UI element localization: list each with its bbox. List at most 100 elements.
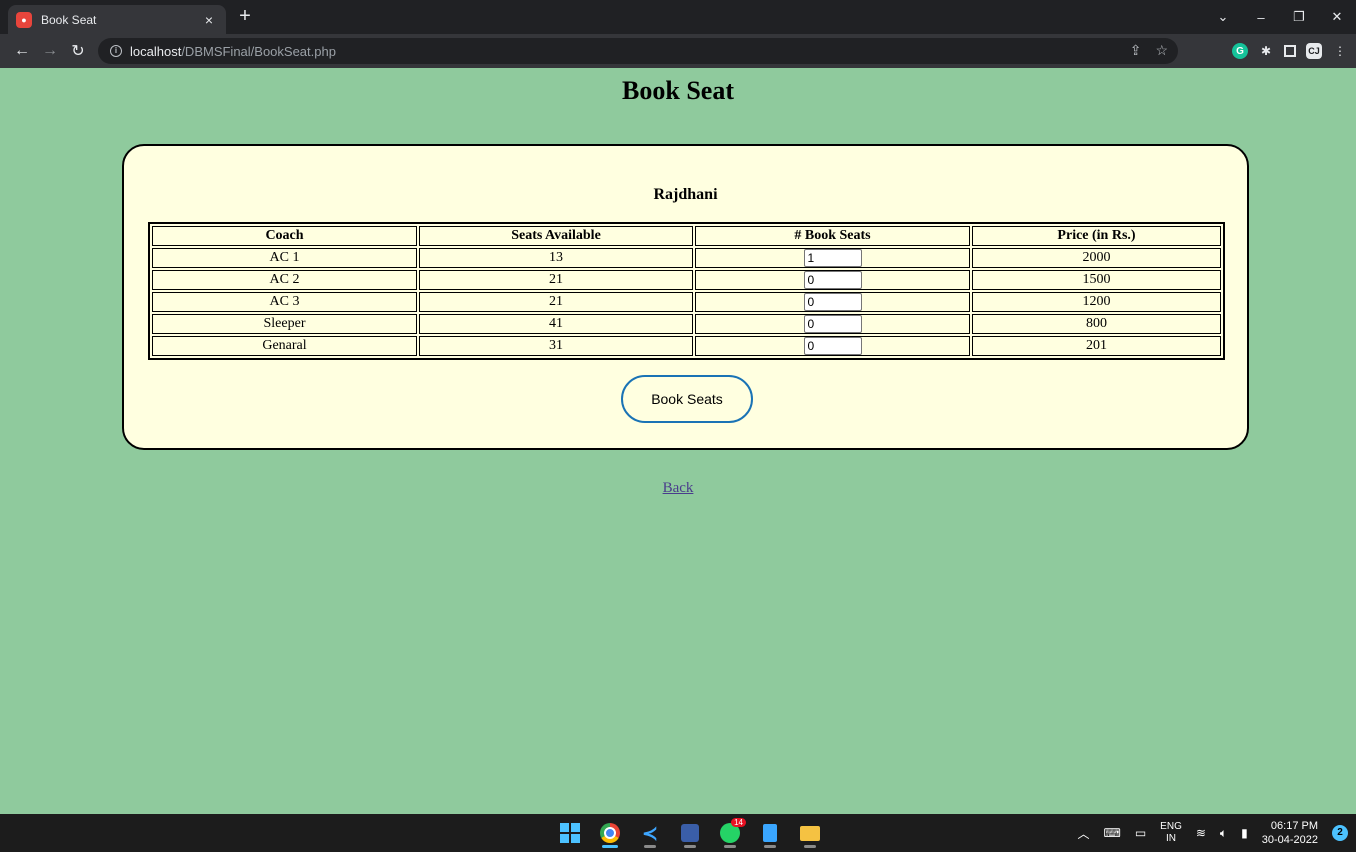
book-seats-cell: 0 xyxy=(695,314,970,334)
volume-icon[interactable]: 🔈︎ xyxy=(1220,826,1227,841)
folder-icon xyxy=(800,825,820,841)
tab-close-icon[interactable]: × xyxy=(200,12,218,28)
seats-available-cell: 21 xyxy=(419,270,693,290)
profile-avatar-icon[interactable]: CJ xyxy=(1306,43,1322,59)
menu-kebab-icon[interactable]: ⋮ xyxy=(1332,43,1348,59)
system-tray: ︿ ⌨ ▭ ENG IN ≋ 🔈︎ ▮ 06:17 PM 30-04-2022 … xyxy=(1077,814,1348,852)
language-indicator[interactable]: ENG IN xyxy=(1160,821,1182,845)
taskbar-database-app[interactable] xyxy=(676,818,704,848)
table-header-row: Coach Seats Available # Book Seats Price… xyxy=(152,226,1221,246)
column-header-price: Price (in Rs.) xyxy=(972,226,1221,246)
active-indicator xyxy=(602,845,618,848)
share-icon[interactable]: ⇪ xyxy=(1130,42,1142,59)
price-cell: 1500 xyxy=(972,270,1221,290)
running-indicator xyxy=(684,845,696,848)
book-seats-cell: 0 xyxy=(695,270,970,290)
page-content: Book Seat Rajdhani Coach Seats Available… xyxy=(0,68,1356,814)
table-row: AC 2 21 0 1500 xyxy=(152,270,1221,290)
chrome-icon xyxy=(600,823,620,843)
price-cell: 201 xyxy=(972,336,1221,356)
running-indicator xyxy=(644,845,656,848)
book-seats-cell: 0 xyxy=(695,292,970,312)
column-header-seats-available: Seats Available xyxy=(419,226,693,246)
region-code: IN xyxy=(1166,833,1176,844)
seats-available-cell: 41 xyxy=(419,314,693,334)
window-controls: ⌄ – ❐ ✕ xyxy=(1204,0,1356,34)
running-indicator xyxy=(724,845,736,848)
tab-title: Book Seat xyxy=(41,12,97,27)
clock[interactable]: 06:17 PM 30-04-2022 xyxy=(1262,819,1318,847)
coach-cell: Genaral xyxy=(152,336,417,356)
reload-icon[interactable]: ↻ xyxy=(64,37,92,65)
new-tab-button[interactable]: + xyxy=(234,6,256,28)
book-seats-cell: 0 xyxy=(695,336,970,356)
tab-search-icon[interactable]: ⌄ xyxy=(1204,9,1242,25)
back-link[interactable]: Back xyxy=(663,480,694,496)
windows-logo-icon xyxy=(560,823,580,843)
bookmark-star-icon[interactable]: ☆ xyxy=(1155,42,1168,59)
coach-cell: AC 3 xyxy=(152,292,417,312)
tab-book-seat[interactable]: ● Book Seat × xyxy=(8,5,226,34)
coach-cell: AC 1 xyxy=(152,248,417,268)
booking-card: Rajdhani Coach Seats Available # Book Se… xyxy=(122,144,1249,450)
coach-cell: Sleeper xyxy=(152,314,417,334)
chevron-up-icon[interactable]: ︿ xyxy=(1077,825,1089,842)
notification-badge[interactable]: 2 xyxy=(1332,825,1348,841)
train-name: Rajdhani xyxy=(653,186,718,203)
language-code: ENG xyxy=(1160,821,1182,832)
clock-time: 06:17 PM xyxy=(1270,820,1318,832)
page-favicon-icon: ● xyxy=(16,11,32,28)
grammarly-extension-icon[interactable]: G xyxy=(1232,43,1248,59)
wifi-icon[interactable]: ≋ xyxy=(1196,826,1206,840)
back-arrow-icon[interactable]: ← xyxy=(8,37,36,65)
table-row: Sleeper 41 0 800 xyxy=(152,314,1221,334)
extensions-puzzle-icon[interactable]: ✱ xyxy=(1258,43,1274,59)
book-seats-input-ac3[interactable]: 0 xyxy=(803,293,862,311)
close-window-button[interactable]: ✕ xyxy=(1318,9,1356,25)
taskbar-file-explorer[interactable] xyxy=(796,818,824,848)
taskbar-apps: ≺ 14 xyxy=(556,818,824,848)
notepad-icon xyxy=(763,824,777,842)
browser-toolbar: ← → ↻ i localhost/DBMSFinal/BookSeat.php… xyxy=(0,34,1356,68)
database-app-icon xyxy=(681,824,699,842)
clock-date: 30-04-2022 xyxy=(1261,834,1318,846)
price-cell: 800 xyxy=(972,314,1221,334)
keyboard-icon[interactable]: ⌨ xyxy=(1104,826,1121,840)
table-row: Genaral 31 0 201 xyxy=(152,336,1221,356)
book-seats-cell: 1 xyxy=(695,248,970,268)
site-info-icon[interactable]: i xyxy=(110,45,122,57)
seats-available-cell: 31 xyxy=(419,336,693,356)
vscode-icon: ≺ xyxy=(641,821,659,845)
minimize-button[interactable]: – xyxy=(1242,10,1280,25)
address-bar[interactable]: i localhost/DBMSFinal/BookSeat.php ⇪ ☆ xyxy=(98,38,1178,64)
tablet-icon[interactable]: ▭ xyxy=(1135,826,1146,840)
price-cell: 1200 xyxy=(972,292,1221,312)
restore-button[interactable]: ❐ xyxy=(1280,9,1318,25)
table-row: AC 3 21 0 1200 xyxy=(152,292,1221,312)
tab-strip: ● Book Seat × + ⌄ – ❐ ✕ xyxy=(0,0,1356,34)
book-seats-button[interactable]: Book Seats xyxy=(621,375,753,423)
extensions-area: G ✱ CJ ⋮ xyxy=(1232,34,1348,68)
battery-icon[interactable]: ▮ xyxy=(1241,826,1248,840)
seats-available-cell: 21 xyxy=(419,292,693,312)
price-cell: 2000 xyxy=(972,248,1221,268)
page-title: Book Seat xyxy=(622,76,734,105)
seats-table: Coach Seats Available # Book Seats Price… xyxy=(148,222,1225,360)
taskbar-vscode[interactable]: ≺ xyxy=(636,818,664,848)
start-button[interactable] xyxy=(556,818,584,848)
forward-arrow-icon[interactable]: → xyxy=(36,37,64,65)
url-host: localhost xyxy=(130,43,182,59)
column-header-book-seats: # Book Seats xyxy=(695,226,970,246)
taskbar: ≺ 14 ︿ ⌨ ▭ ENG IN ≋ 🔈︎ ▮ 06:17 PM 30-04-… xyxy=(0,814,1356,852)
book-seats-input-ac1[interactable]: 1 xyxy=(803,249,862,267)
side-panel-icon[interactable] xyxy=(1284,45,1296,57)
book-seats-input-sleeper[interactable]: 0 xyxy=(803,315,862,333)
taskbar-whatsapp[interactable]: 14 xyxy=(716,818,746,848)
taskbar-notepad[interactable] xyxy=(756,818,784,848)
book-seats-input-ac2[interactable]: 0 xyxy=(803,271,862,289)
book-seats-input-general[interactable]: 0 xyxy=(803,337,862,355)
whatsapp-badge: 14 xyxy=(731,818,746,827)
taskbar-chrome[interactable] xyxy=(596,818,624,848)
running-indicator xyxy=(764,845,776,848)
seats-available-cell: 13 xyxy=(419,248,693,268)
